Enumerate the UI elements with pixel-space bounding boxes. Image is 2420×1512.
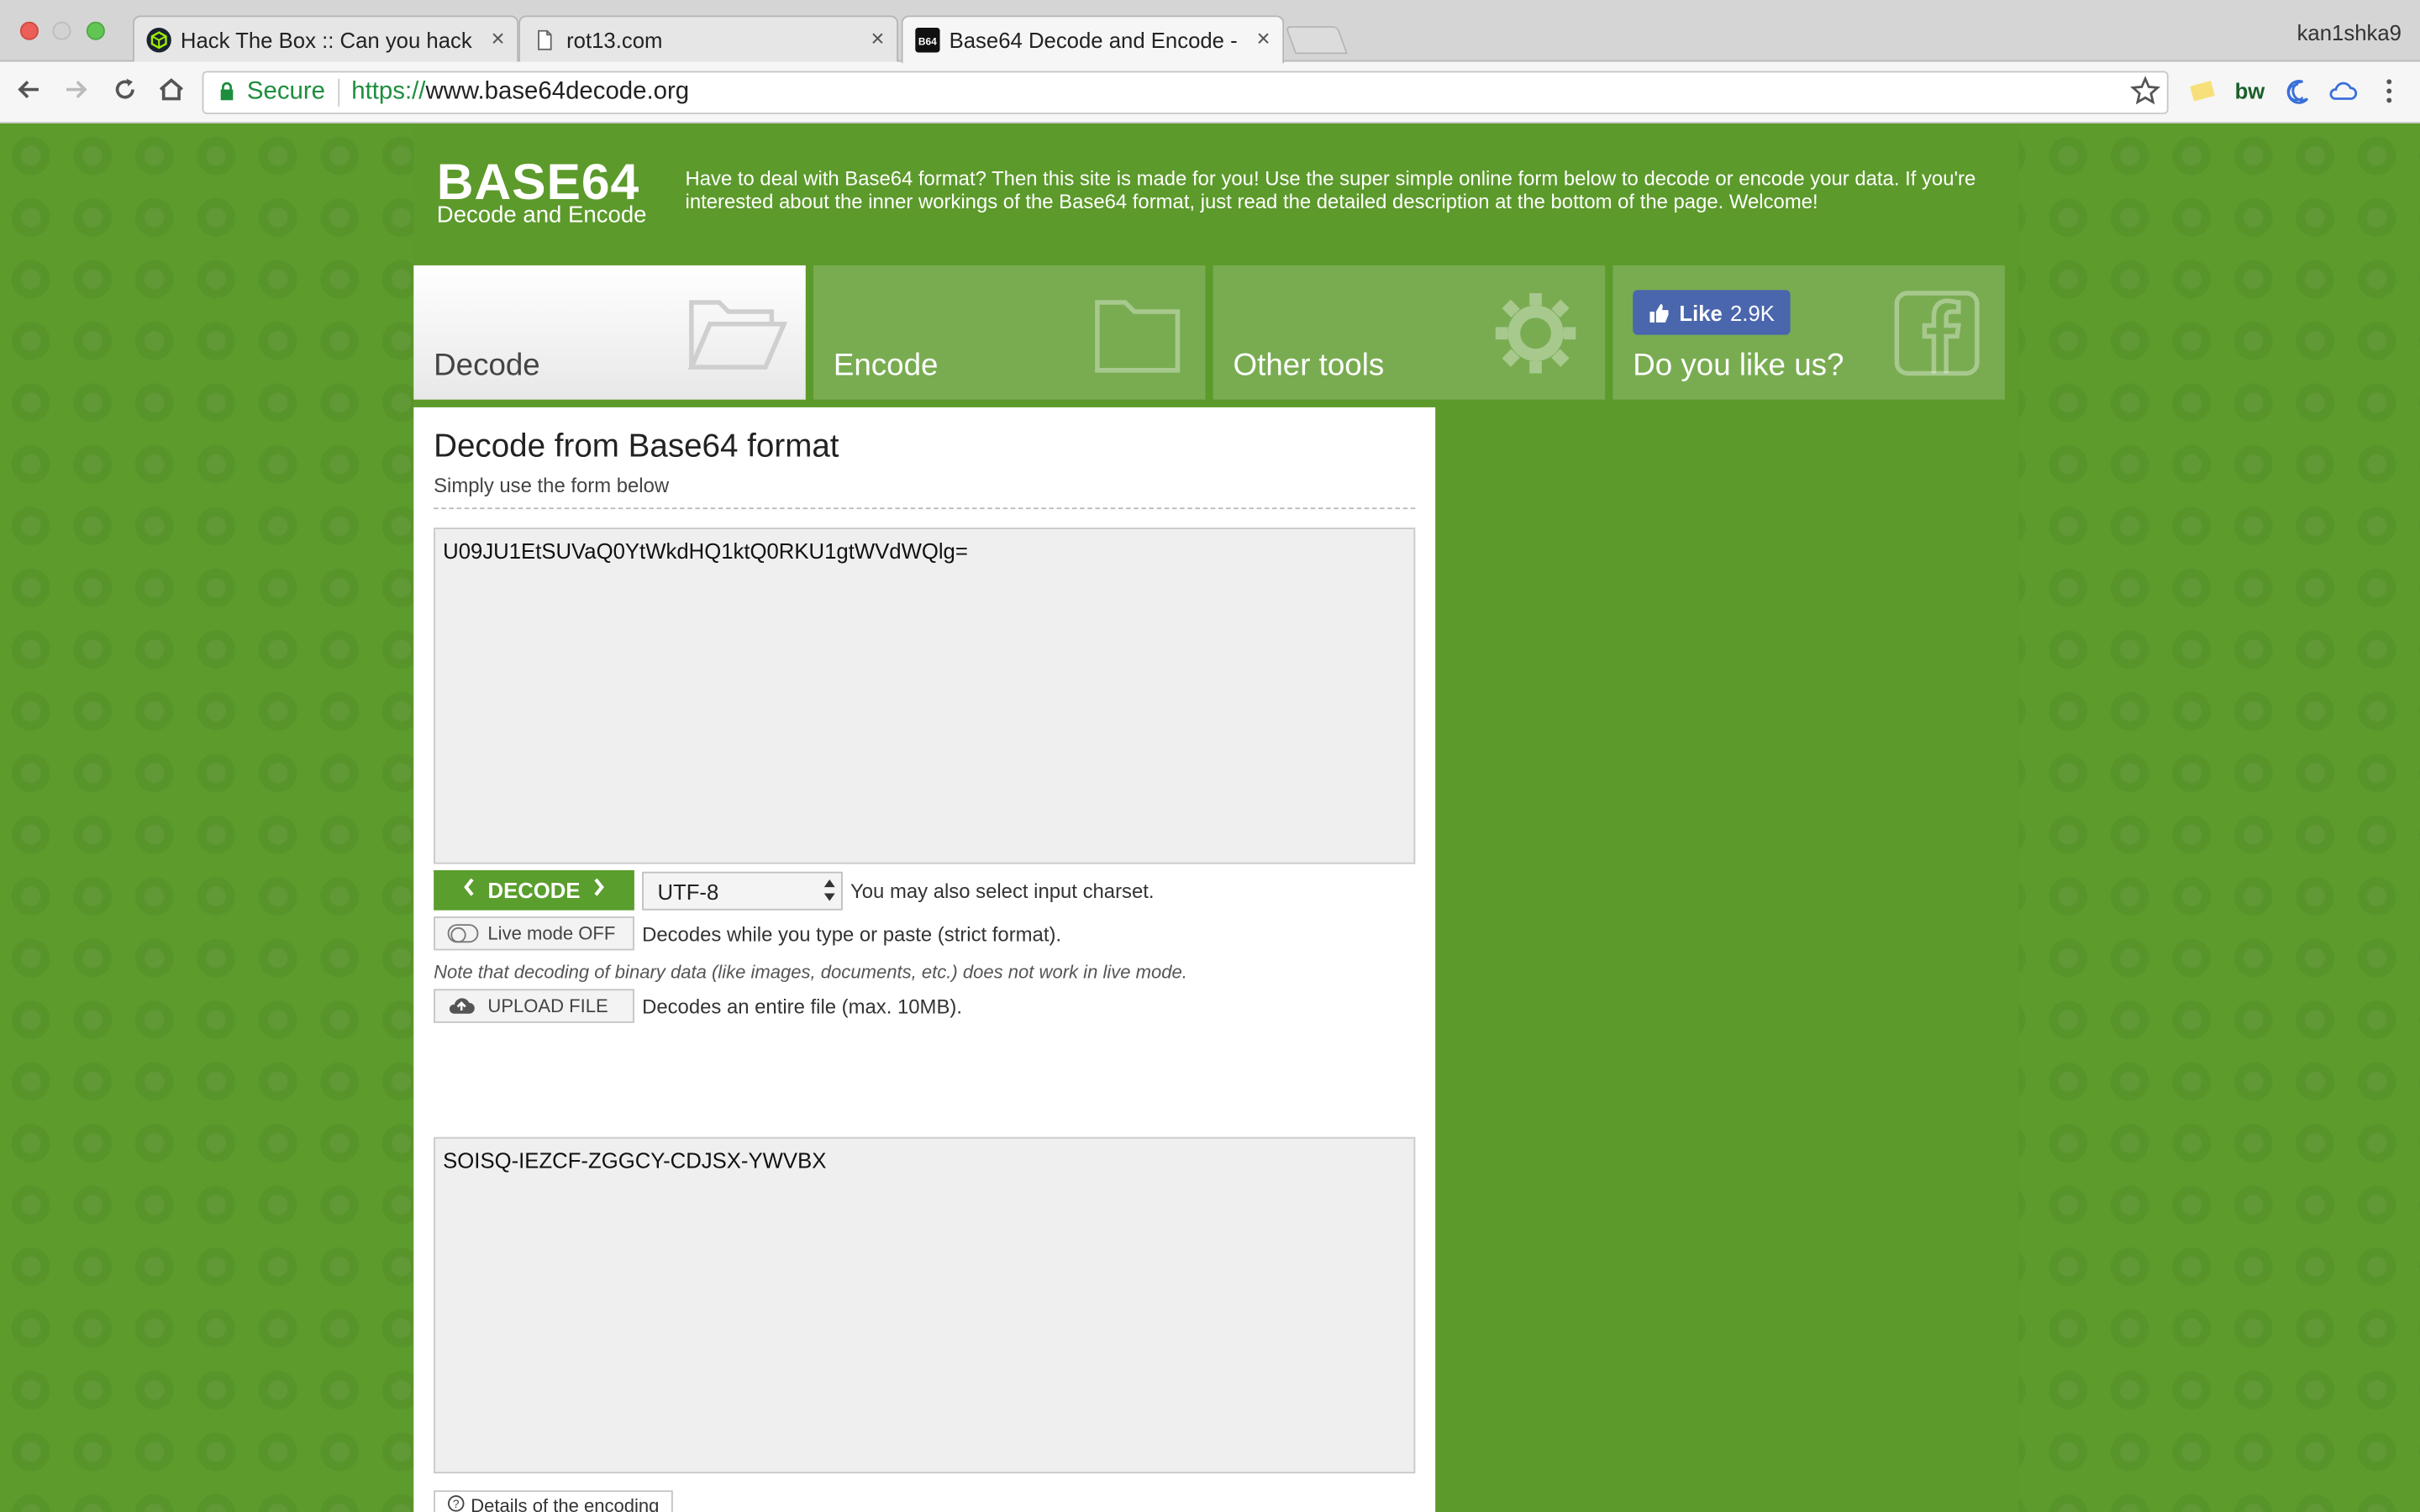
close-window-button[interactable] <box>19 21 39 40</box>
close-tab-icon[interactable]: × <box>871 26 884 52</box>
svg-text:B64: B64 <box>918 35 937 47</box>
tab-other-tools-label: Other tools <box>1233 349 1385 383</box>
thumbs-up-icon <box>1649 302 1669 322</box>
back-button[interactable] <box>11 74 48 111</box>
charset-selected-value: UTF-8 <box>657 879 719 904</box>
select-arrows-icon <box>823 878 835 904</box>
charset-select[interactable]: UTF-8 <box>642 871 843 911</box>
cloud-upload-icon <box>448 993 476 1019</box>
live-mode-toggle[interactable]: Live mode OFF <box>434 916 634 951</box>
minimize-window-button[interactable] <box>52 21 71 40</box>
tab-hackthebox[interactable]: Hack The Box :: Can you hack × <box>132 15 519 62</box>
maximize-window-button[interactable] <box>86 21 105 40</box>
secure-label: Secure <box>246 78 326 105</box>
tab-title: rot13.com <box>566 27 663 52</box>
extension-bw-icon[interactable]: bw <box>2235 77 2266 111</box>
tab-title: Base64 Decode and Encode - <box>949 28 1238 53</box>
tab-other-tools[interactable]: Other tools <box>1213 265 1606 400</box>
decode-button-label: DECODE <box>487 878 581 903</box>
page-title: Decode from Base64 format <box>434 428 839 465</box>
close-tab-icon[interactable]: × <box>1257 26 1270 52</box>
home-button[interactable] <box>153 74 190 111</box>
reload-icon <box>115 78 134 99</box>
svg-text:?: ? <box>453 1498 460 1510</box>
profile-name[interactable]: kan1shka9 <box>2297 20 2402 45</box>
forward-button[interactable] <box>57 74 94 111</box>
url-scheme: https:// <box>351 78 426 105</box>
browser-menu-icon[interactable] <box>2381 77 2396 111</box>
document-icon <box>538 29 552 50</box>
base64-input-textarea[interactable] <box>434 528 1416 864</box>
folder-icon <box>1095 300 1181 373</box>
tab-decode-label: Decode <box>434 349 540 383</box>
help-icon: ? <box>448 1495 465 1512</box>
close-tab-icon[interactable]: × <box>492 26 505 52</box>
extension-moon-icon[interactable] <box>2281 77 2312 111</box>
decode-button[interactable]: DECODE <box>434 869 634 911</box>
tab-rot13[interactable]: rot13.com × <box>518 15 898 62</box>
tab-title: Hack The Box :: Can you hack <box>180 27 472 52</box>
decode-panel: Decode from Base64 format Simply use the… <box>413 407 1436 1512</box>
facebook-icon <box>1894 291 1980 376</box>
tab-encode-label: Encode <box>833 349 939 383</box>
site-intro-text: Have to deal with Base64 format? Then th… <box>685 166 1976 213</box>
extension-cloud-icon[interactable] <box>2328 77 2359 111</box>
tab-encode[interactable]: Encode <box>813 265 1206 400</box>
folder-open-icon <box>687 300 787 370</box>
facebook-like-button[interactable]: Like 2.9K <box>1633 290 1791 335</box>
divider <box>434 507 1416 510</box>
home-icon <box>159 78 183 101</box>
address-bar[interactable]: Secure https:// www.base64decode.org <box>202 71 2169 114</box>
url-host: www.base64decode.org <box>425 78 690 105</box>
gear-icon <box>1495 292 1576 374</box>
forward-arrow-icon <box>66 81 87 99</box>
charset-hint: You may also select input charset. <box>850 879 1155 903</box>
upload-file-hint: Decodes an entire file (max. 10MB). <box>642 995 962 1019</box>
facebook-like-count: 2.9K <box>1730 300 1775 325</box>
new-tab-button[interactable] <box>1285 26 1348 55</box>
tab-like-us-label: Do you like us? <box>1633 349 1844 383</box>
site-logo-subtitle[interactable]: Decode and Encode <box>437 202 647 228</box>
live-mode-label: Live mode OFF <box>487 922 616 945</box>
web-page: BASE64 Decode and Encode Have to deal wi… <box>0 124 2420 1512</box>
svg-text:bw: bw <box>2235 81 2266 104</box>
live-mode-hint: Decodes while you type or paste (strict … <box>642 922 1062 946</box>
tab-decode[interactable]: Decode <box>413 265 806 400</box>
b64-icon: B64 <box>915 28 940 53</box>
upload-file-label: UPLOAD FILE <box>487 995 608 1017</box>
details-label: Details of the encoding <box>471 1494 660 1512</box>
bookmark-star-icon[interactable] <box>2130 76 2161 116</box>
extension-highlighter-icon[interactable] <box>2187 77 2218 111</box>
page-subtitle: Simply use the form below <box>434 473 670 497</box>
tab-base64[interactable]: B64 Base64 Decode and Encode - × <box>901 15 1285 64</box>
htb-cube-icon <box>146 28 171 53</box>
facebook-like-label: Like <box>1679 300 1723 325</box>
tab-like-us[interactable]: Like 2.9K Do you like us? <box>1612 265 2005 400</box>
browser-tabstrip: Hack The Box :: Can you hack × rot13.com… <box>0 0 2420 64</box>
lock-icon <box>219 81 234 104</box>
reload-button[interactable] <box>107 74 144 111</box>
details-of-encoding-button[interactable]: ? Details of the encoding <box>434 1490 673 1512</box>
binary-data-note: Note that decoding of binary data (like … <box>434 961 1187 984</box>
upload-file-button[interactable]: UPLOAD FILE <box>434 989 634 1023</box>
back-arrow-icon <box>18 81 39 99</box>
chevron-left-icon <box>463 876 476 904</box>
toggle-off-icon <box>447 924 479 943</box>
address-divider <box>337 78 339 107</box>
chevron-right-icon <box>592 876 605 904</box>
decoded-output-textarea[interactable] <box>434 1137 1416 1474</box>
